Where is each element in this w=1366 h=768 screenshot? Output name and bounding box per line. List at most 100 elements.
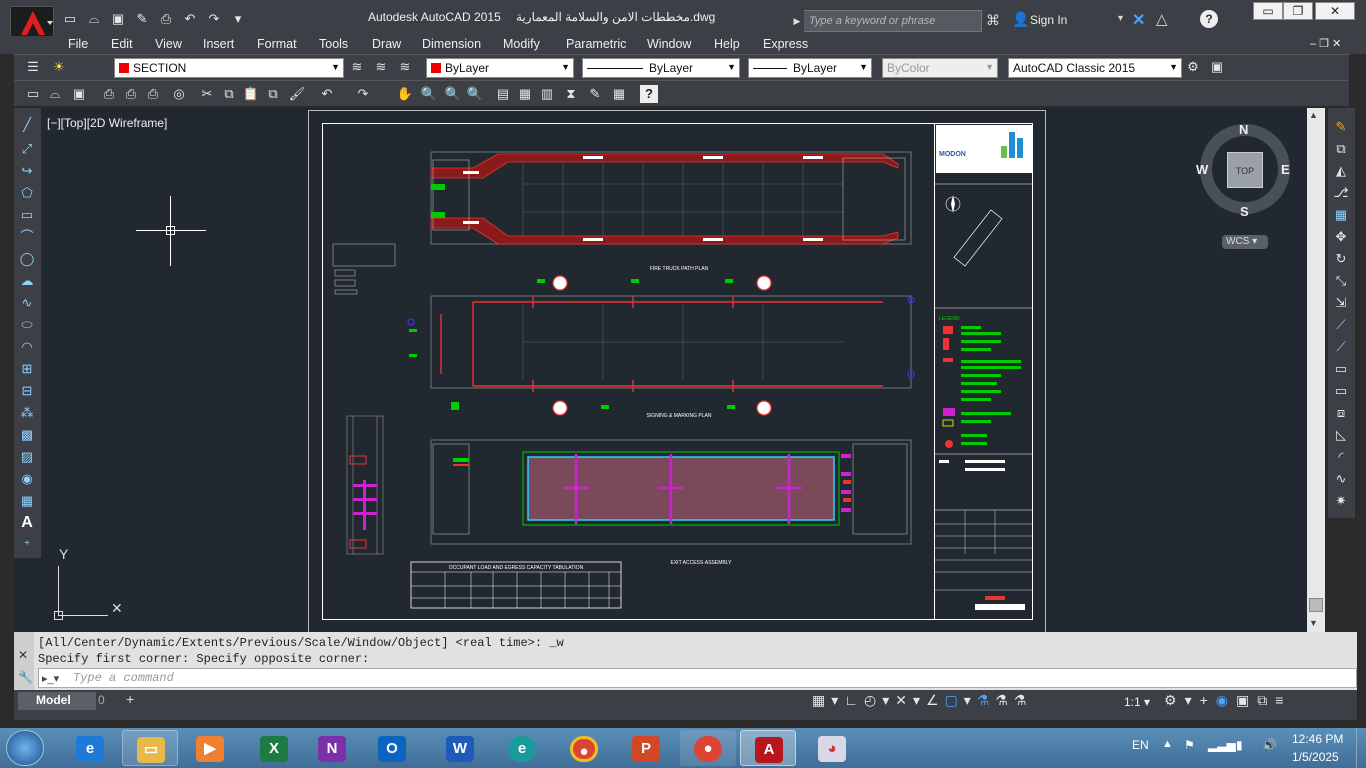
taskbar-internet-explorer[interactable]: e (62, 730, 118, 766)
ellipse-icon[interactable]: ⬭ (18, 316, 36, 334)
mirror-icon[interactable]: ◭ (1332, 162, 1350, 180)
taskbar-file-explorer[interactable]: ▭ (122, 730, 178, 766)
markup-icon[interactable]: ✎ (586, 85, 604, 103)
calculator-icon[interactable]: ▦ (610, 85, 628, 103)
taskbar-chrome[interactable]: ● (556, 730, 612, 766)
scroll-down-icon[interactable]: ▼ (1309, 618, 1318, 628)
volume-icon[interactable]: 🔊 (1262, 738, 1277, 752)
battery-icon[interactable]: ▮ (1236, 738, 1243, 752)
menu-express[interactable]: Express (763, 37, 808, 51)
layer-match-icon[interactable]: ≋ (396, 58, 414, 76)
extend-icon[interactable]: ⟋ (1332, 338, 1350, 356)
show-desktop-button[interactable] (1356, 728, 1366, 768)
copy-icon[interactable]: ⧉ (220, 85, 238, 103)
plot-icon[interactable]: ⎙ (156, 10, 176, 28)
clean-screen-icon[interactable]: ▣ (1208, 58, 1226, 76)
table-icon[interactable]: ▦ (18, 492, 36, 510)
tab-model[interactable]: Model (18, 692, 96, 710)
rotate-icon[interactable]: ↻ (1332, 250, 1350, 268)
cut-icon[interactable]: ✂ (198, 85, 216, 103)
add-selected-icon[interactable]: ⁺ (18, 536, 36, 554)
taskbar-onenote[interactable]: N (304, 730, 360, 766)
offset-icon[interactable]: ⎇ (1332, 184, 1350, 202)
clean-screen-status-icon[interactable]: ⧉ (1257, 692, 1267, 709)
exchange-icon[interactable]: ✕ (1132, 10, 1145, 30)
customize-qat-icon[interactable]: ▾ (228, 10, 248, 28)
annotation-scale[interactable]: 1:1 ▾ (1124, 695, 1150, 709)
menu-modify[interactable]: Modify (503, 37, 540, 51)
object-snap-icon[interactable]: ▢ (945, 692, 958, 709)
stretch-icon[interactable]: ⇲ (1332, 294, 1350, 312)
save-as-icon[interactable]: ✎ (132, 10, 152, 28)
command-grip[interactable]: ✕ 🔧 (14, 632, 34, 690)
open-icon[interactable]: ⌓ (46, 85, 64, 103)
compass-north[interactable]: N (1239, 122, 1248, 137)
customization-icon[interactable]: ≡ (1275, 692, 1283, 709)
sheet-set-icon[interactable]: ⧗ (562, 85, 580, 103)
doc-window-controls[interactable]: ‒ ❐ ✕ (1310, 37, 1341, 50)
compass-east[interactable]: E (1281, 162, 1290, 177)
polygon-icon[interactable]: ⬠ (18, 184, 36, 202)
pan-icon[interactable]: ✋ (396, 85, 414, 103)
circle-icon[interactable]: ◯ (18, 250, 36, 268)
start-button[interactable] (6, 730, 44, 766)
insert-block-icon[interactable]: ⊞ (18, 360, 36, 378)
workspace-settings-icon[interactable]: ⚙ (1184, 58, 1202, 76)
move-icon[interactable]: ✥ (1332, 228, 1350, 246)
taskbar-edge[interactable]: e (494, 730, 550, 766)
blend-curves-icon[interactable]: ∿ (1332, 470, 1350, 488)
search-input[interactable]: Type a keyword or phrase (790, 10, 982, 32)
zoom-realtime-icon[interactable]: 🔍 (420, 85, 438, 103)
color-dropdown[interactable]: ByLayer ▼ (426, 58, 574, 78)
scale-icon[interactable]: ⤡ (1332, 272, 1350, 290)
layer-dropdown[interactable]: SECTION ▼ (114, 58, 344, 78)
snap-dropdown-icon[interactable]: ▾ (831, 692, 838, 709)
autodesk-360-icon[interactable]: △ (1156, 10, 1168, 28)
minimize-button[interactable]: ▭ (1253, 2, 1283, 20)
menu-dimension[interactable]: Dimension (422, 37, 481, 51)
workspace-switching-icon[interactable]: ⚙ (1164, 692, 1177, 709)
annotation-scale-icon[interactable]: ⚗ (1014, 692, 1027, 709)
clock-date[interactable]: 1/5/2025 (1292, 750, 1339, 764)
hardware-acceleration-icon[interactable]: ▣ (1236, 692, 1249, 709)
application-menu-button[interactable] (10, 6, 54, 38)
menu-edit[interactable]: Edit (111, 37, 133, 51)
menu-view[interactable]: View (155, 37, 182, 51)
zoom-window-icon[interactable]: 🔍 (444, 85, 462, 103)
taskbar-excel[interactable]: X (246, 730, 302, 766)
undo-icon[interactable]: ↶ (318, 85, 336, 103)
vertical-scrollbar[interactable] (1307, 108, 1325, 632)
isolate-objects-icon[interactable]: ◉ (1216, 692, 1228, 709)
revision-cloud-icon[interactable]: ☁ (18, 272, 36, 290)
point-icon[interactable]: ⁂ (18, 404, 36, 422)
construction-line-icon[interactable]: ⤢ (18, 140, 36, 158)
user-icon[interactable]: 👤 (1012, 11, 1029, 28)
menu-file[interactable]: File (68, 37, 88, 51)
open-icon[interactable]: ⌓ (84, 10, 104, 28)
qnew-icon[interactable]: ▭ (24, 85, 42, 103)
properties-icon[interactable]: ▤ (494, 85, 512, 103)
multiline-text-icon[interactable]: A (18, 514, 36, 532)
taskbar-word[interactable]: W (432, 730, 488, 766)
menu-help[interactable]: Help (714, 37, 740, 51)
annotation-monitor-icon[interactable]: + (1200, 692, 1208, 709)
tab-layout[interactable]: 0 (98, 693, 105, 707)
explode-icon[interactable]: ✷ (1332, 492, 1350, 510)
array-icon[interactable]: ▦ (1332, 206, 1350, 224)
polar-icon[interactable]: ◴ (864, 692, 876, 709)
menu-parametric[interactable]: Parametric (566, 37, 626, 51)
grid-icon[interactable]: ▦ (812, 692, 825, 709)
region-icon[interactable]: ◉ (18, 470, 36, 488)
scroll-up-icon[interactable]: ▲ (1309, 110, 1318, 120)
paste-special-icon[interactable]: ⧉ (264, 85, 282, 103)
trim-icon[interactable]: ⟋ (1332, 316, 1350, 334)
linetype-dropdown[interactable]: ByLayer ▼ (582, 58, 740, 78)
wcs-menu[interactable]: WCS ▾ (1222, 235, 1268, 249)
taskbar-media-player[interactable]: ▶ (182, 730, 238, 766)
annotation-visibility-icon[interactable]: ⚗ (977, 692, 990, 709)
tool-palettes-icon[interactable]: ▥ (538, 85, 556, 103)
paste-icon[interactable]: 📋 (242, 85, 260, 103)
taskbar-paint[interactable]: ◕ (804, 730, 860, 766)
scrollbar-thumb[interactable] (1309, 598, 1323, 612)
taskbar-chrome-profile[interactable]: ● (680, 730, 736, 766)
